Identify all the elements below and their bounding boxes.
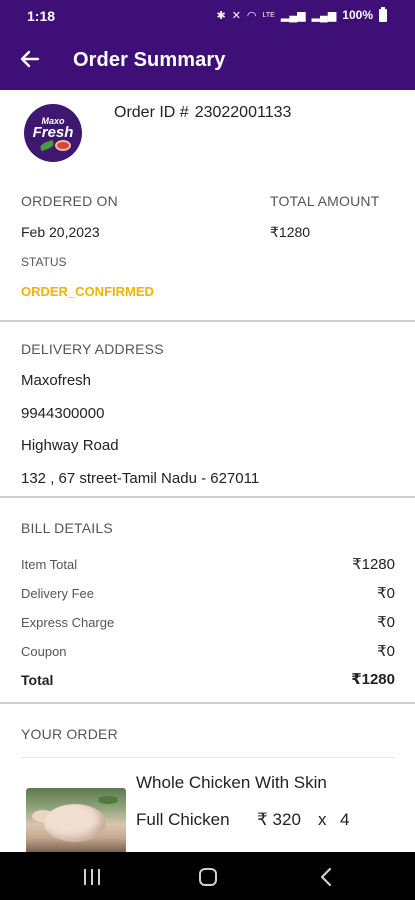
- leaf-icon: [39, 139, 55, 152]
- bill-row-value: ₹1280: [352, 556, 395, 573]
- order-id-label: Order ID #: [114, 104, 189, 121]
- bill-row-label: Delivery Fee: [21, 586, 94, 601]
- order-id-value: 23022001133: [194, 104, 292, 121]
- section-divider: [0, 320, 415, 322]
- volte-icon: LTE: [262, 11, 275, 19]
- section-divider: [0, 496, 415, 498]
- battery-percent: 100%: [342, 8, 373, 22]
- delivery-phone: 9944300000: [21, 405, 105, 422]
- order-item-times: x: [318, 810, 327, 829]
- order-card-divider: [21, 757, 395, 758]
- total-amount-label: TOTAL AMOUNT: [270, 193, 380, 209]
- bill-row-label: Express Charge: [21, 615, 115, 630]
- section-divider: [0, 702, 415, 704]
- ordered-on-value: Feb 20,2023: [21, 224, 100, 240]
- meat-icon: [55, 140, 71, 151]
- logo-text-bottom: Fresh: [32, 124, 74, 141]
- bluetooth-icon: ✱: [216, 9, 226, 22]
- page-title: Order Summary: [73, 49, 226, 71]
- order-item-variant: Full Chicken: [136, 810, 230, 829]
- ordered-on-label: ORDERED ON: [21, 193, 118, 209]
- status-time: 1:18: [27, 8, 56, 24]
- delivery-line2: 132 , 67 street-Tamil Nadu - 627011: [21, 470, 260, 487]
- app-bar: Order Summary: [0, 32, 415, 90]
- brand-logo: Maxo Fresh: [24, 104, 82, 162]
- order-item-price: ₹ 320: [257, 810, 301, 829]
- your-order-heading: YOUR ORDER: [21, 726, 118, 742]
- bill-row-label: Coupon: [21, 644, 67, 659]
- chicken-body: [44, 804, 106, 842]
- herb-garnish: [98, 796, 118, 804]
- battery-icon: [379, 6, 387, 22]
- arrow-left-icon[interactable]: [18, 47, 42, 71]
- bill-total-value: ₹1280: [351, 671, 395, 688]
- system-icons: ✱ ✕ ◠ LTE ▂▄▆ ▂▄▆ 100%: [216, 6, 387, 22]
- status-label: STATUS: [21, 255, 67, 269]
- delivery-address-heading: DELIVERY ADDRESS: [21, 341, 164, 357]
- recent-apps-icon[interactable]: [84, 869, 102, 885]
- signal-icon: ▂▄▆: [280, 9, 306, 22]
- bill-row-label: Item Total: [21, 557, 78, 572]
- bill-row-value: ₹0: [377, 643, 395, 660]
- delivery-line1: Highway Road: [21, 437, 119, 454]
- status-bar: 1:18 ✱ ✕ ◠ LTE ▂▄▆ ▂▄▆ 100%: [0, 0, 415, 32]
- bill-row-value: ₹0: [377, 585, 395, 602]
- signal-icon: ▂▄▆: [311, 9, 337, 22]
- status-badge: ORDER_CONFIRMED: [21, 284, 154, 299]
- bill-details-heading: BILL DETAILS: [21, 520, 113, 536]
- home-icon[interactable]: [199, 868, 217, 886]
- mute-icon: ✕: [231, 9, 241, 22]
- bill-row-value: ₹0: [377, 614, 395, 631]
- wifi-icon: ◠: [246, 9, 257, 22]
- system-nav-bar: [0, 852, 415, 900]
- product-image: [26, 788, 126, 854]
- order-item-quantity: 4: [340, 810, 350, 829]
- back-icon[interactable]: [316, 866, 336, 888]
- order-item-name: Whole Chicken With Skin: [136, 773, 327, 792]
- order-id: Order ID # 23022001133: [114, 104, 291, 122]
- total-amount-value: ₹1280: [270, 224, 311, 240]
- bill-total-label: Total: [21, 672, 54, 688]
- delivery-name: Maxofresh: [21, 372, 92, 389]
